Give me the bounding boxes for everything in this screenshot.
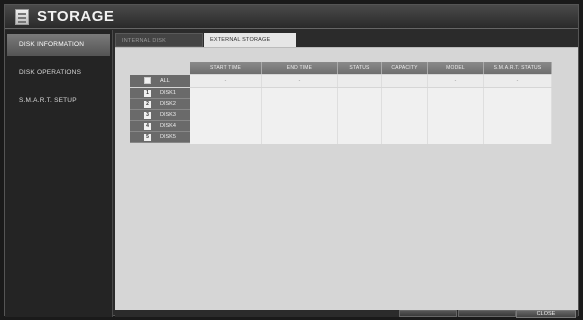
disk-number-badge: 1 [144,90,151,97]
disk-detail-area [190,88,552,144]
storage-icon [15,9,29,25]
sidebar-item-disk-information[interactable]: DISK INFORMATION [7,34,110,56]
disk-number-badge: 3 [144,112,151,119]
table-row-disk1[interactable]: 1 DISK1 [130,88,190,99]
tab-bar: INTERNAL DISK EXTERNAL STORAGE [115,33,578,47]
disk-number-badge: 5 [144,134,151,141]
column-header-capacity: CAPACITY [382,62,428,74]
disk-label: DISK1 [160,90,176,96]
all-end-time: - [262,75,338,87]
column-header-model: MODEL [428,62,484,74]
all-label: ALL [160,78,170,84]
start-time-column [190,88,262,144]
disk-label: DISK5 [160,134,176,140]
table-row-disk3[interactable]: 3 DISK3 [130,110,190,121]
all-label-cell: ALL [130,75,190,87]
window-title: STORAGE [37,8,115,25]
table-row-disk2[interactable]: 2 DISK2 [130,99,190,110]
table-header: START TIME END TIME STATUS CAPACITY MODE… [190,62,552,74]
select-all-checkbox[interactable] [144,77,151,84]
column-header-status: STATUS [338,62,382,74]
close-button[interactable]: CLOSE [516,310,576,318]
table-row-disk5[interactable]: 5 DISK5 [130,132,190,143]
all-start-time: - [190,75,262,87]
table-row-disk4[interactable]: 4 DISK4 [130,121,190,132]
disk-number-badge: 4 [144,123,151,130]
all-status [338,75,382,87]
model-column [428,88,484,144]
disk-label: DISK2 [160,101,176,107]
end-time-column [262,88,338,144]
column-header-start-time: START TIME [190,62,262,74]
status-column [338,88,382,144]
smart-status-column [484,88,552,144]
capacity-column [382,88,428,144]
column-header-smart-status: S.M.A.R.T. STATUS [484,62,552,74]
all-capacity [382,75,428,87]
tab-internal-disk[interactable]: INTERNAL DISK [115,33,203,47]
footer-button-1[interactable] [399,310,457,317]
all-smart-status: - [484,75,552,87]
table-row-all[interactable]: ALL - - - - [130,75,552,87]
sidebar-item-smart-setup[interactable]: S.M.A.R.T. SETUP [5,90,112,112]
column-header-end-time: END TIME [262,62,338,74]
sidebar: DISK INFORMATION DISK OPERATIONS S.M.A.R… [5,30,113,317]
all-values: - - - - [190,75,552,87]
disk-number-badge: 2 [144,101,151,108]
storage-window: STORAGE DISK INFORMATION DISK OPERATIONS… [4,4,579,318]
disk-label: DISK4 [160,123,176,129]
disk-label: DISK3 [160,112,176,118]
footer-button-2[interactable] [458,310,516,317]
storage-panel: START TIME END TIME STATUS CAPACITY MODE… [115,47,578,310]
title-bar: STORAGE [5,5,578,29]
all-model: - [428,75,484,87]
tab-external-storage[interactable]: EXTERNAL STORAGE [204,33,296,47]
sidebar-item-disk-operations[interactable]: DISK OPERATIONS [5,62,112,84]
main-content: INTERNAL DISK EXTERNAL STORAGE START TIM… [115,30,578,318]
